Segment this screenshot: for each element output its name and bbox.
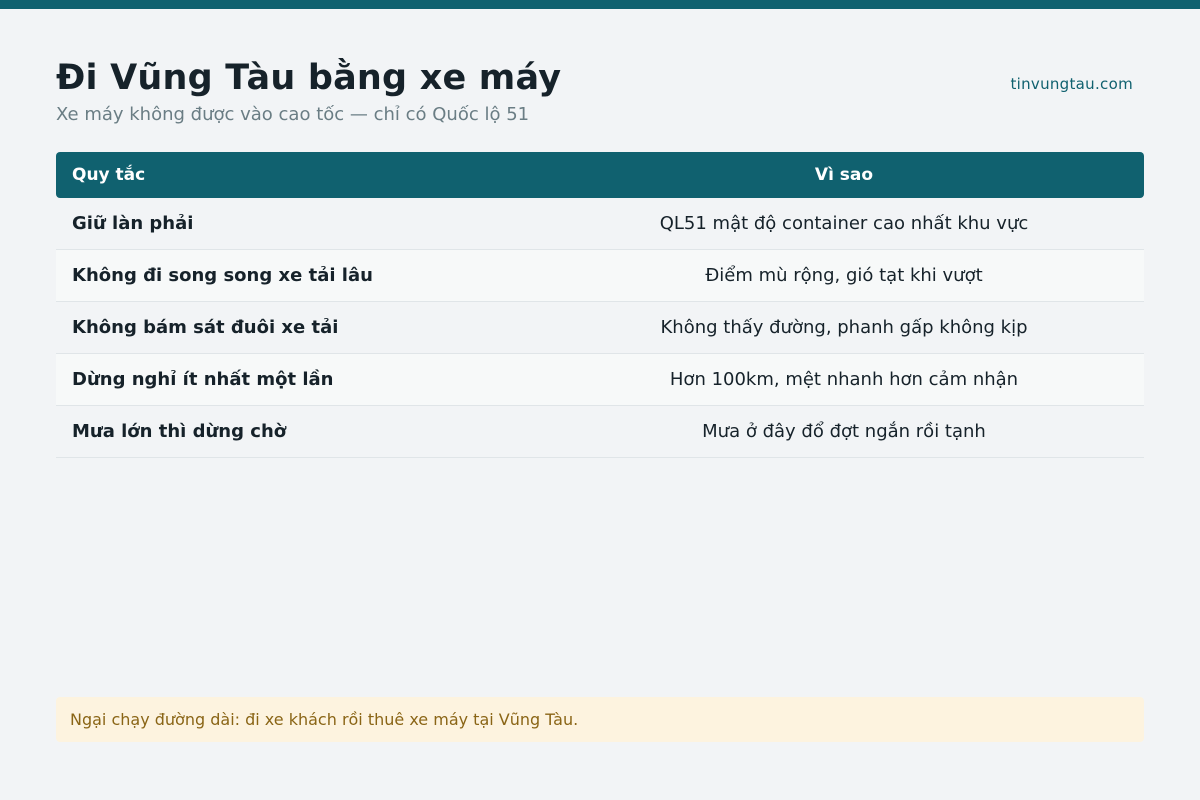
- rule-cell: Không bám sát đuôi xe tải: [72, 317, 339, 338]
- page-subtitle: Xe máy không được vào cao tốc — chỉ có Q…: [56, 104, 530, 125]
- table-row: Không bám sát đuôi xe tải Không thấy đườ…: [56, 302, 1144, 354]
- table-row: Mưa lớn thì dừng chờ Mưa ở đây đổ đợt ng…: [56, 406, 1144, 458]
- column-header-rule: Quy tắc: [72, 165, 146, 185]
- reason-cell: Không thấy đường, phanh gấp không kịp: [660, 317, 1028, 338]
- rule-cell: Không đi song song xe tải lâu: [72, 265, 373, 286]
- rule-cell: Mưa lớn thì dừng chờ: [72, 421, 287, 442]
- column-header-reason: Vì sao: [814, 165, 874, 185]
- reason-cell: Điểm mù rộng, gió tạt khi vượt: [705, 265, 983, 286]
- table-row: Giữ làn phải QL51 mật độ container cao n…: [56, 198, 1144, 250]
- table-row: Không đi song song xe tải lâu Điểm mù rộ…: [56, 250, 1144, 302]
- site-link[interactable]: tinvungtau.com: [1010, 75, 1133, 93]
- reason-cell: QL51 mật độ container cao nhất khu vực: [659, 213, 1029, 234]
- top-accent-bar: [0, 0, 1200, 9]
- reason-cell: Mưa ở đây đổ đợt ngắn rồi tạnh: [702, 421, 986, 442]
- page-title: Đi Vũng Tàu bằng xe máy: [56, 58, 562, 98]
- tip-note-text: Ngại chạy đường dài: đi xe khách rồi thu…: [70, 710, 579, 729]
- rule-cell: Giữ làn phải: [72, 213, 194, 234]
- rules-table: Quy tắc Vì sao Giữ làn phải QL51 mật độ …: [56, 152, 1144, 458]
- page-header: Đi Vũng Tàu bằng xe máy Xe máy không đượ…: [56, 56, 1144, 136]
- tip-note: Ngại chạy đường dài: đi xe khách rồi thu…: [56, 697, 1144, 742]
- table-row: Dừng nghỉ ít nhất một lần Hơn 100km, mệt…: [56, 354, 1144, 406]
- table-header: Quy tắc Vì sao: [56, 152, 1144, 198]
- reason-cell: Hơn 100km, mệt nhanh hơn cảm nhận: [669, 369, 1019, 390]
- rule-cell: Dừng nghỉ ít nhất một lần: [72, 369, 334, 390]
